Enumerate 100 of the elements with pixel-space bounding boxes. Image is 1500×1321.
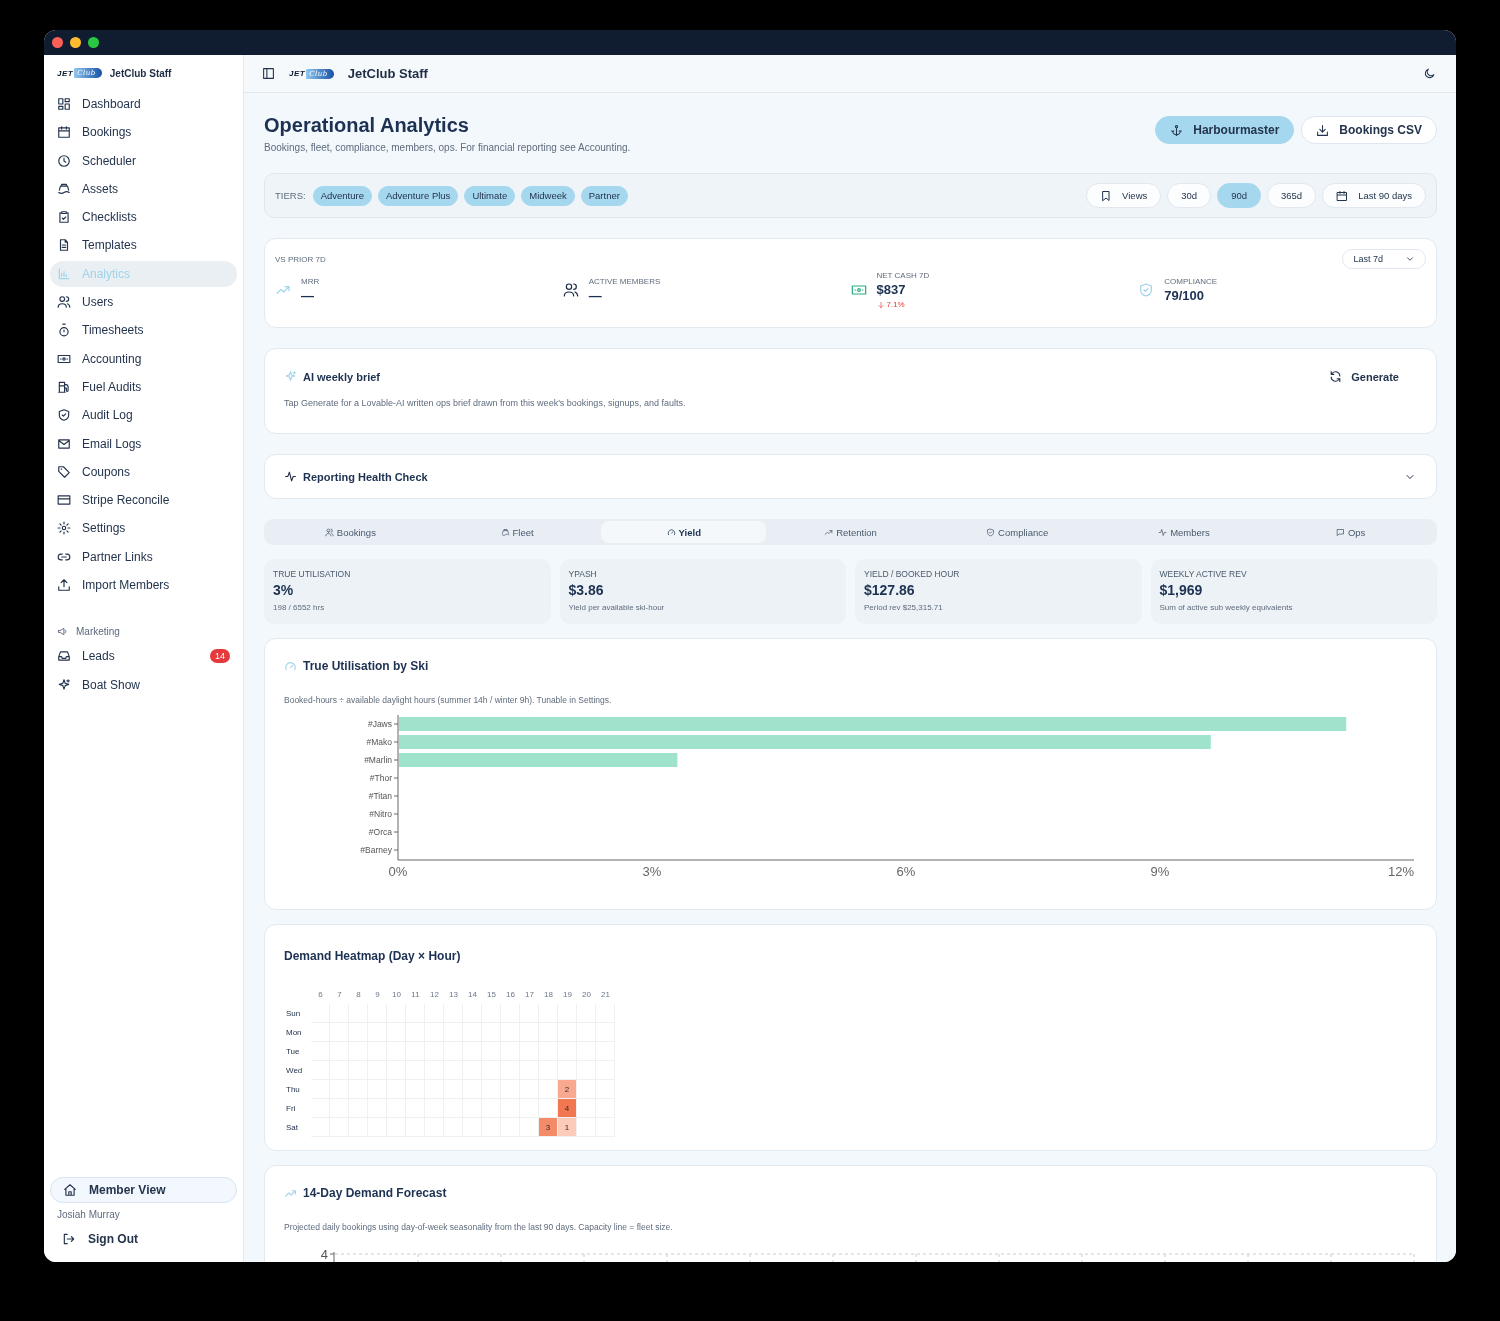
sidebar-toggle-button[interactable] xyxy=(262,67,275,80)
stat-value: $127.86 xyxy=(864,582,916,598)
maximize-window-button[interactable] xyxy=(88,37,99,48)
range-button[interactable]: 365d xyxy=(1267,183,1317,208)
sidebar-item[interactable]: Users xyxy=(50,289,237,316)
y-axis xyxy=(329,1251,335,1262)
tab[interactable]: Compliance xyxy=(934,521,1100,543)
stat-value: 3% xyxy=(273,582,295,598)
minimize-window-button[interactable] xyxy=(70,37,81,48)
kpi-label: MRR xyxy=(301,277,320,286)
section-heading: Marketing xyxy=(76,626,120,638)
stat-label: TRUE UTILISATION xyxy=(273,569,352,579)
date-range-button[interactable]: Last 90 days xyxy=(1322,183,1426,208)
sidebar-item[interactable]: Templates xyxy=(50,232,237,259)
axis-tick-label: 0% xyxy=(388,864,408,879)
kpi-value: — xyxy=(588,288,603,303)
stat-value: $1,969 xyxy=(1159,582,1204,598)
hour-label: 9 xyxy=(374,989,381,1001)
axis-tick-label: 4 xyxy=(320,1247,328,1262)
anchor-icon xyxy=(1170,123,1184,137)
sidebar-item[interactable]: Audit Log xyxy=(50,402,237,429)
count-badge: 14 xyxy=(210,649,230,664)
sidebar-item[interactable]: Coupons xyxy=(50,458,237,485)
theme-toggle-button[interactable] xyxy=(1423,67,1436,80)
bookmark-icon xyxy=(1100,189,1113,202)
sidebar-item[interactable]: Scheduler xyxy=(50,147,237,174)
hour-label: 21 xyxy=(600,989,611,1001)
tab[interactable]: Retention xyxy=(768,521,933,543)
axis-tick-label: 12% xyxy=(1387,864,1414,879)
stopwatch-icon xyxy=(57,323,71,338)
sign-out-button[interactable]: Sign Out xyxy=(50,1224,150,1254)
clock-icon xyxy=(57,153,71,168)
pulse-icon xyxy=(1158,527,1168,537)
page-subtitle: Bookings, fleet, compliance, members, ops. For financial reporting see Accounting. xyxy=(264,142,631,153)
hour-label: 19 xyxy=(562,989,573,1001)
shield-icon xyxy=(1138,282,1155,298)
kpi-value: — xyxy=(301,288,315,303)
tier-chip[interactable]: Partner xyxy=(580,185,628,206)
kpi-label: NET CASH 7D xyxy=(876,271,930,280)
sparkle-icon xyxy=(284,370,297,383)
member-view-button[interactable]: Member View xyxy=(50,1177,237,1203)
shield-icon xyxy=(57,408,71,423)
sidebar-item[interactable]: Stripe Reconcile xyxy=(50,487,237,514)
sidebar-item[interactable]: Assets xyxy=(50,175,237,202)
sidebar-item[interactable]: Settings xyxy=(50,515,237,542)
tab[interactable]: Ops xyxy=(1268,521,1433,543)
brief-text: Tap Generate for a Lovable-AI written ops brief drawn from this week's bookings, signups, and faults. xyxy=(284,398,687,408)
action-button[interactable]: Bookings CSV xyxy=(1301,116,1437,144)
close-window-button[interactable] xyxy=(52,37,63,48)
sidebar-item[interactable]: Accounting xyxy=(50,345,237,372)
views-button[interactable]: Views xyxy=(1086,183,1162,208)
range-button[interactable]: 90d xyxy=(1217,183,1261,208)
chevron-icon xyxy=(1405,254,1415,264)
period-dropdown[interactable]: Last 7d xyxy=(1342,249,1426,269)
sidebar-toggle-icon xyxy=(262,67,275,80)
sidebar-item[interactable]: Timesheets xyxy=(50,317,237,344)
refresh-icon xyxy=(1329,370,1343,383)
range-button[interactable]: 30d xyxy=(1167,183,1212,208)
tier-chip[interactable]: Midweek xyxy=(521,185,575,206)
day-label: Thu xyxy=(285,1084,301,1096)
card-title: 14-Day Demand Forecast xyxy=(303,1186,447,1200)
sidebar-item[interactable]: Bookings xyxy=(50,119,237,146)
sidebar-item[interactable]: Checklists xyxy=(50,204,237,231)
sidebar-item[interactable]: Partner Links xyxy=(50,543,237,570)
heatmap-cell: 2 xyxy=(558,1080,577,1099)
tier-chip[interactable]: Adventure xyxy=(312,185,372,206)
sign-out-icon xyxy=(62,1232,76,1246)
generate-button[interactable]: Generate xyxy=(1323,369,1405,384)
tab[interactable]: Fleet xyxy=(434,521,600,543)
tier-chip[interactable]: Ultimate xyxy=(464,185,516,206)
tag-icon xyxy=(57,464,71,479)
sidebar-item[interactable]: Boat Show xyxy=(50,671,237,698)
credit-card-icon xyxy=(57,493,71,508)
kpi-delta: 7.1% xyxy=(886,300,905,309)
tab[interactable]: Bookings xyxy=(268,521,433,543)
tab[interactable]: Members xyxy=(1101,521,1267,543)
sidebar-item[interactable]: Dashboard xyxy=(50,91,237,117)
stat-note: 198 / 6552 hrs xyxy=(273,603,326,612)
hour-label: 16 xyxy=(505,989,516,1001)
brand-name: JetClub Staff xyxy=(109,67,172,79)
tab[interactable]: Yield xyxy=(601,521,767,543)
sidebar-item[interactable]: Email Logs xyxy=(50,430,237,457)
users-icon xyxy=(562,282,579,298)
tiers-label: TIERS: xyxy=(275,190,306,201)
sidebar-item[interactable]: Fuel Audits xyxy=(50,373,237,400)
stat-value: $3.86 xyxy=(568,582,605,598)
kpi-label: COMPLIANCE xyxy=(1164,277,1218,286)
page-title: Operational Analytics xyxy=(264,114,470,137)
chat-bubble-icon xyxy=(1335,527,1345,537)
chart-subtitle: Booked-hours ÷ available daylight hours (summer 14h / winter 9h). Tunable in Settings. xyxy=(284,695,613,705)
action-button[interactable]: Harbourmaster xyxy=(1155,116,1295,144)
stat-label: YIELD / BOOKED HOUR xyxy=(864,569,961,579)
tier-chip[interactable]: Adventure Plus xyxy=(377,185,459,206)
sidebar-item[interactable]: Leads 14 xyxy=(50,643,237,670)
document-icon xyxy=(57,238,71,253)
megaphone-icon xyxy=(57,626,68,638)
hour-label: 14 xyxy=(467,989,478,1001)
sidebar-item[interactable]: Import Members xyxy=(50,572,237,599)
hour-label: 17 xyxy=(524,989,535,1001)
users-icon xyxy=(324,527,334,537)
